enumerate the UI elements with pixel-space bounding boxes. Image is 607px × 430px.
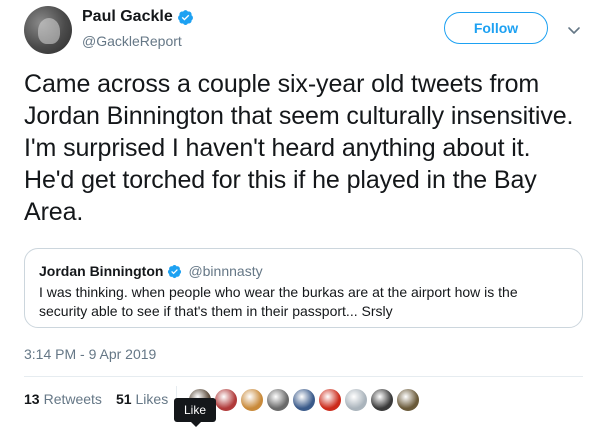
liker-avatar[interactable] [344,388,368,412]
verified-badge-icon [177,9,193,25]
liker-avatar[interactable] [292,388,316,412]
author-display-name[interactable]: Paul Gackle [82,8,173,26]
liker-avatar[interactable] [370,388,394,412]
retweets-stat[interactable]: 13 Retweets [24,391,102,407]
likes-stat[interactable]: 51 Likes [116,391,168,407]
divider [24,376,583,377]
author-handle[interactable]: @GackleReport [82,33,182,49]
quoted-tweet-header: Jordan Binnington @binnnasty [39,263,263,279]
liker-avatar[interactable] [396,388,420,412]
author-name-row[interactable]: Paul Gackle [82,8,194,26]
likes-count: 51 [115,391,132,407]
liker-avatar[interactable] [318,388,342,412]
liker-avatars [188,388,420,412]
follow-button[interactable]: Follow [444,12,548,44]
liker-avatar[interactable] [266,388,290,412]
liker-avatar[interactable] [214,388,238,412]
quoted-handle[interactable]: @binnnasty [188,263,262,279]
chevron-down-icon[interactable] [566,22,582,38]
retweets-label: Retweets [43,391,102,407]
quoted-tweet[interactable]: Jordan Binnington @binnnasty I was think… [24,248,583,328]
quoted-display-name[interactable]: Jordan Binnington [39,263,163,279]
quoted-text: I was thinking. when people who wear the… [39,284,518,319]
verified-badge-icon [168,264,182,278]
tweet-timestamp[interactable]: 3:14 PM - 9 Apr 2019 [24,346,156,362]
author-avatar[interactable] [24,6,72,54]
tweet: Paul Gackle @GackleReport Follow Came ac… [0,0,607,430]
retweets-count: 13 [24,391,40,407]
tweet-stats: 13 Retweets 51 Likes [24,391,168,407]
tweet-text: Came across a couple six-year old tweets… [24,70,574,226]
likes-label: Likes [135,391,169,407]
like-tooltip: Like [174,398,216,427]
liker-avatar[interactable] [240,388,264,412]
